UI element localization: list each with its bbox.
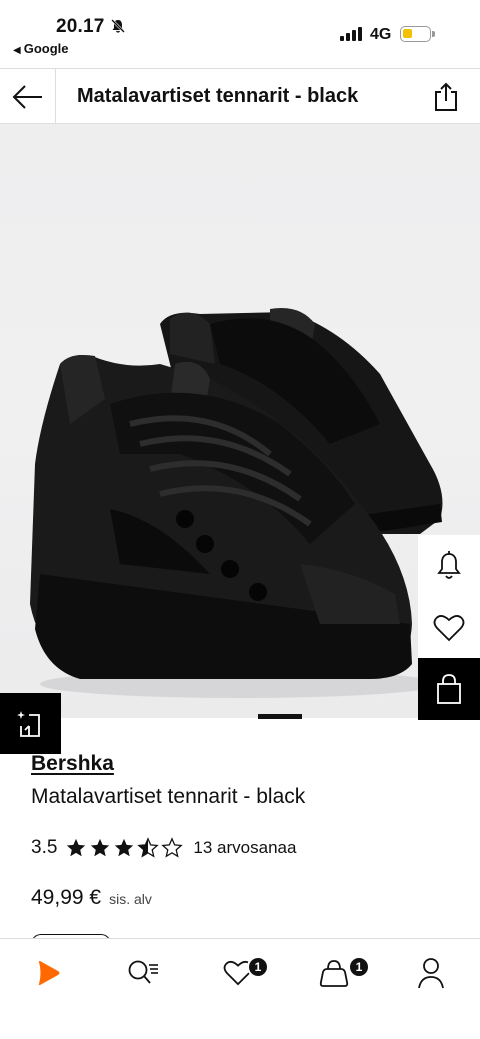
status-time: 20.17 — [56, 16, 105, 37]
search-icon — [128, 960, 158, 984]
share-icon — [435, 82, 457, 111]
share-button[interactable] — [430, 81, 462, 113]
nav-bag[interactable]: 1 — [310, 953, 370, 993]
back-app-label: Google — [23, 41, 69, 56]
notify-button[interactable] — [418, 535, 480, 597]
product-name: Matalavartiset tennarit - black — [31, 785, 306, 808]
bell-icon — [437, 551, 461, 579]
bell-slash-icon — [111, 19, 125, 33]
vat-note: sis. alv — [109, 891, 152, 907]
brand-link[interactable]: Bershka — [31, 752, 114, 776]
star-full-icon — [115, 838, 134, 857]
price: 49,99 € — [31, 886, 102, 909]
nav-home[interactable] — [24, 953, 72, 993]
back-to-app-link[interactable]: ◀ Google — [13, 41, 68, 56]
wishlist-button[interactable] — [418, 597, 480, 659]
bottom-nav: 1 1 — [0, 938, 480, 1039]
star-full-icon — [67, 838, 86, 857]
star-half-icon — [137, 837, 160, 858]
nav-search[interactable] — [120, 953, 168, 993]
heart-icon — [433, 615, 465, 642]
carousel-indicator — [258, 714, 302, 719]
nav-profile[interactable] — [407, 953, 455, 993]
person-icon — [418, 958, 444, 989]
rating-row[interactable]: 3.5 13 arvosanaa — [31, 836, 296, 860]
signal-bars-icon — [340, 26, 362, 41]
product-image[interactable] — [0, 124, 480, 718]
size-compare-icon — [16, 710, 40, 737]
network-label: 4G — [370, 26, 392, 43]
arrow-left-icon — [12, 84, 42, 109]
star-rating — [65, 837, 184, 859]
star-full-icon — [91, 838, 110, 857]
battery-fill — [403, 29, 412, 38]
page-title: Matalavartiset tennarit - black — [77, 85, 359, 107]
star-empty-icon — [161, 837, 184, 858]
wishlist-badge: 1 — [247, 956, 269, 978]
top-header: Matalavartiset tennarit - black — [0, 68, 480, 124]
shopping-bag-icon — [437, 674, 461, 704]
zalando-play-icon — [38, 961, 60, 985]
battery-low-icon — [400, 26, 435, 42]
price-row: 49,99 € sis. alv — [31, 886, 152, 910]
bag-badge: 1 — [348, 956, 370, 978]
rating-count: 13 arvosanaa — [193, 838, 297, 857]
shopping-bag-icon — [319, 960, 349, 987]
back-triangle-icon: ◀ — [13, 45, 21, 56]
shoe-image — [30, 308, 443, 698]
nav-wishlist[interactable]: 1 — [214, 953, 269, 993]
status-bar: 20.17 ◀ Google 4G — [0, 0, 480, 68]
size-compare-button[interactable] — [0, 693, 61, 754]
back-button[interactable] — [0, 69, 56, 124]
add-to-bag-button[interactable] — [418, 658, 480, 720]
rating-value: 3.5 — [31, 837, 58, 858]
